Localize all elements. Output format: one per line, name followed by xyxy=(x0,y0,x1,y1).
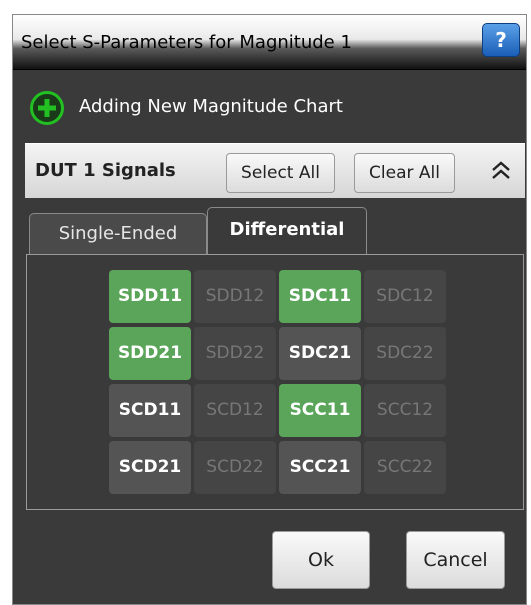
param-sdc21[interactable]: SDC21 xyxy=(279,327,361,380)
param-scc22[interactable]: SCC22 xyxy=(364,441,446,494)
help-button[interactable]: ? xyxy=(482,23,520,57)
dialog-title: Select S-Parameters for Magnitude 1 xyxy=(21,32,352,53)
param-sdd21[interactable]: SDD21 xyxy=(109,327,191,380)
select-all-button[interactable]: Select All xyxy=(226,153,335,193)
cancel-button[interactable]: Cancel xyxy=(406,531,505,589)
title-bar[interactable]: Select S-Parameters for Magnitude 1 ? xyxy=(13,15,526,70)
clear-all-button[interactable]: Clear All xyxy=(354,153,455,193)
param-scd21[interactable]: SCD21 xyxy=(109,441,191,494)
param-sdd22[interactable]: SDD22 xyxy=(194,327,276,380)
param-scc11[interactable]: SCC11 xyxy=(279,384,361,437)
param-sdc12[interactable]: SDC12 xyxy=(364,270,446,323)
ok-button[interactable]: Ok xyxy=(272,531,370,589)
param-scc12[interactable]: SCC12 xyxy=(364,384,446,437)
tab-single-ended[interactable]: Single-Ended xyxy=(29,213,207,254)
add-chart-label: Adding New Magnitude Chart xyxy=(79,96,343,117)
plus-circle-icon xyxy=(30,91,64,125)
dut-signals-bar: DUT 1 Signals Select All Clear All xyxy=(25,143,525,198)
param-scd11[interactable]: SCD11 xyxy=(109,384,191,437)
param-sdd12[interactable]: SDD12 xyxy=(194,270,276,323)
param-sdd11[interactable]: SDD11 xyxy=(109,270,191,323)
param-sdc11[interactable]: SDC11 xyxy=(279,270,361,323)
s-parameter-grid: SDD11 SDD12 SDC11 SDC12 SDD21 SDD22 SDC2… xyxy=(26,254,524,510)
param-sdc22[interactable]: SDC22 xyxy=(364,327,446,380)
param-scc21[interactable]: SCC21 xyxy=(279,441,361,494)
tab-differential[interactable]: Differential xyxy=(207,207,367,254)
s-parameter-dialog: Select S-Parameters for Magnitude 1 ? Ad… xyxy=(12,14,527,605)
param-scd12[interactable]: SCD12 xyxy=(194,384,276,437)
dut-label: DUT 1 Signals xyxy=(35,160,176,181)
double-chevron-up-icon[interactable] xyxy=(486,156,516,186)
param-scd22[interactable]: SCD22 xyxy=(194,441,276,494)
